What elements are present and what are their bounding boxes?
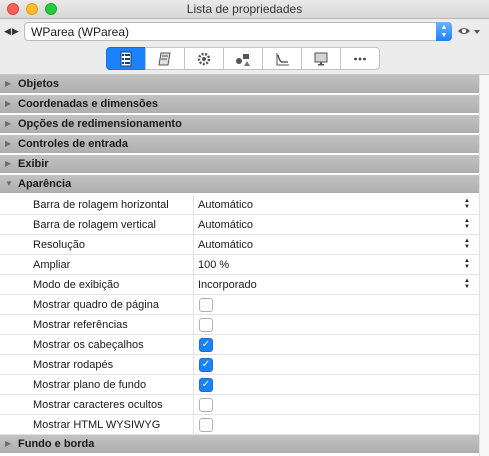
disclosure-right-icon[interactable]: ▶: [5, 139, 11, 148]
category-fundo-e-borda[interactable]: ▶ Fundo e borda: [0, 435, 479, 454]
chart-icon: [276, 52, 289, 65]
monitor-icon: [314, 52, 328, 65]
disclosure-right-icon[interactable]: ▶: [5, 439, 11, 448]
show-references-checkbox[interactable]: [199, 318, 213, 332]
category-controles[interactable]: ▶ Controles de entrada: [0, 135, 479, 154]
column-divider: [193, 335, 194, 355]
property-row[interactable]: Mostrar referências: [0, 315, 479, 335]
shapes-tab[interactable]: [223, 47, 263, 70]
popup-chevron-icon[interactable]: ▲ ▼: [463, 238, 471, 250]
column-divider: [193, 315, 194, 335]
column-divider: [193, 235, 194, 255]
popup-chevron-icon[interactable]: ▲ ▼: [463, 218, 471, 230]
column-divider: [193, 375, 194, 395]
category-coordenadas[interactable]: ▶ Coordenadas e dimensões: [0, 95, 479, 114]
category-aparencia[interactable]: ▼ Aparência: [0, 175, 479, 194]
show-headers-checkbox[interactable]: ✓: [199, 338, 213, 352]
property-row[interactable]: Mostrar rodapés ✓: [0, 355, 479, 375]
page-toolbar: [106, 47, 386, 70]
properties-list-icon: [120, 51, 132, 66]
property-name: Ampliar: [33, 259, 71, 271]
property-list: ▶ Objetos ▶ Coordenadas e dimensões ▶ Op…: [0, 75, 479, 456]
vertical-scrollbar[interactable]: [479, 75, 489, 456]
more-tab[interactable]: [340, 47, 380, 70]
property-row[interactable]: Mostrar plano de fundo ✓: [0, 375, 479, 395]
property-row[interactable]: Resolução Automático ▲ ▼: [0, 235, 479, 255]
monitor-tab[interactable]: [301, 47, 341, 70]
popup-chevron-icon[interactable]: ▲ ▼: [463, 258, 471, 270]
property-row[interactable]: Mostrar HTML WYSIWYG: [0, 415, 479, 435]
category-redimensionamento[interactable]: ▶ Opções de redimensionamento: [0, 115, 479, 134]
popup-chevron-icon[interactable]: ▲ ▼: [463, 198, 471, 210]
category-label: Aparência: [18, 178, 72, 190]
property-name: Mostrar os cabeçalhos: [33, 339, 144, 351]
column-divider: [193, 355, 194, 375]
object-select-value: WParea (WParea): [31, 25, 130, 39]
category-objetos[interactable]: ▶ Objetos: [0, 75, 479, 94]
category-label: Controles de entrada: [18, 138, 129, 150]
property-row[interactable]: Mostrar quadro de página: [0, 295, 479, 315]
property-row[interactable]: Mostrar caracteres ocultos: [0, 395, 479, 415]
show-html-wysiwyg-checkbox[interactable]: [199, 418, 213, 432]
show-background-checkbox[interactable]: ✓: [199, 378, 213, 392]
property-value[interactable]: Automático: [198, 219, 253, 231]
column-divider: [193, 195, 194, 215]
property-name: Barra de rolagem horizontal: [33, 199, 169, 211]
property-row[interactable]: Mostrar os cabeçalhos ✓: [0, 335, 479, 355]
column-divider: [193, 395, 194, 415]
title-bar: Lista de propriedades: [0, 0, 489, 19]
chart-tab[interactable]: [262, 47, 302, 70]
prev-next-object-arrows[interactable]: ◀▶: [4, 26, 20, 37]
category-exibir[interactable]: ▶ Exibir: [0, 155, 479, 174]
property-row[interactable]: Barra de rolagem vertical Automático ▲ ▼: [0, 215, 479, 235]
show-page-frame-checkbox[interactable]: [199, 298, 213, 312]
gear-icon: [197, 52, 211, 65]
book-tab[interactable]: [145, 47, 185, 70]
popup-chevron-icon[interactable]: ▲ ▼: [463, 278, 471, 290]
disclosure-right-icon[interactable]: ▶: [5, 159, 11, 168]
property-name: Mostrar rodapés: [33, 359, 114, 371]
shapes-icon: [236, 53, 250, 66]
property-name: Barra de rolagem vertical: [33, 219, 156, 231]
column-divider: [193, 215, 194, 235]
property-row[interactable]: Ampliar 100 % ▲ ▼: [0, 255, 479, 275]
category-label: Exibir: [18, 158, 49, 170]
more-icon: [354, 57, 366, 60]
disclosure-right-icon[interactable]: ▶: [5, 99, 11, 108]
disclosure-right-icon[interactable]: ▶: [5, 79, 11, 88]
column-divider: [193, 255, 194, 275]
properties-list-tab[interactable]: [106, 47, 146, 70]
column-divider: [193, 295, 194, 315]
property-name: Mostrar caracteres ocultos: [33, 399, 163, 411]
category-label: Objetos: [18, 78, 59, 90]
property-value[interactable]: Incorporado: [198, 279, 257, 291]
property-value[interactable]: Automático: [198, 239, 253, 251]
disclosure-right-icon[interactable]: ▶: [5, 119, 11, 128]
property-name: Modo de exibição: [33, 279, 120, 291]
gear-tab[interactable]: [184, 47, 224, 70]
property-row[interactable]: Barra de rolagem horizontal Automático ▲…: [0, 195, 479, 215]
property-value[interactable]: 100 %: [198, 259, 229, 271]
column-divider: [193, 415, 194, 435]
object-bar: ◀▶ WParea (WParea) ▲ ▼: [0, 20, 489, 44]
property-name: Mostrar quadro de página: [33, 299, 159, 311]
eye-icon[interactable]: [457, 25, 481, 39]
show-hidden-characters-checkbox[interactable]: [199, 398, 213, 412]
property-name: Mostrar HTML WYSIWYG: [33, 419, 161, 431]
category-label: Fundo e borda: [18, 438, 95, 450]
property-name: Mostrar referências: [33, 319, 128, 331]
category-label: Opções de redimensionamento: [18, 118, 182, 130]
disclosure-down-icon[interactable]: ▼: [5, 179, 13, 188]
property-row[interactable]: Modo de exibição Incorporado ▲ ▼: [0, 275, 479, 295]
show-footers-checkbox[interactable]: ✓: [199, 358, 213, 372]
property-name: Resolução: [33, 239, 85, 251]
property-value[interactable]: Automático: [198, 199, 253, 211]
object-select[interactable]: WParea (WParea) ▲ ▼: [24, 22, 452, 41]
category-label: Coordenadas e dimensões: [18, 98, 158, 110]
column-divider: [193, 275, 194, 295]
property-name: Mostrar plano de fundo: [33, 379, 147, 391]
window-title: Lista de propriedades: [186, 2, 303, 16]
book-icon: [158, 52, 171, 65]
chevron-updown-icon[interactable]: ▲ ▼: [436, 22, 452, 41]
